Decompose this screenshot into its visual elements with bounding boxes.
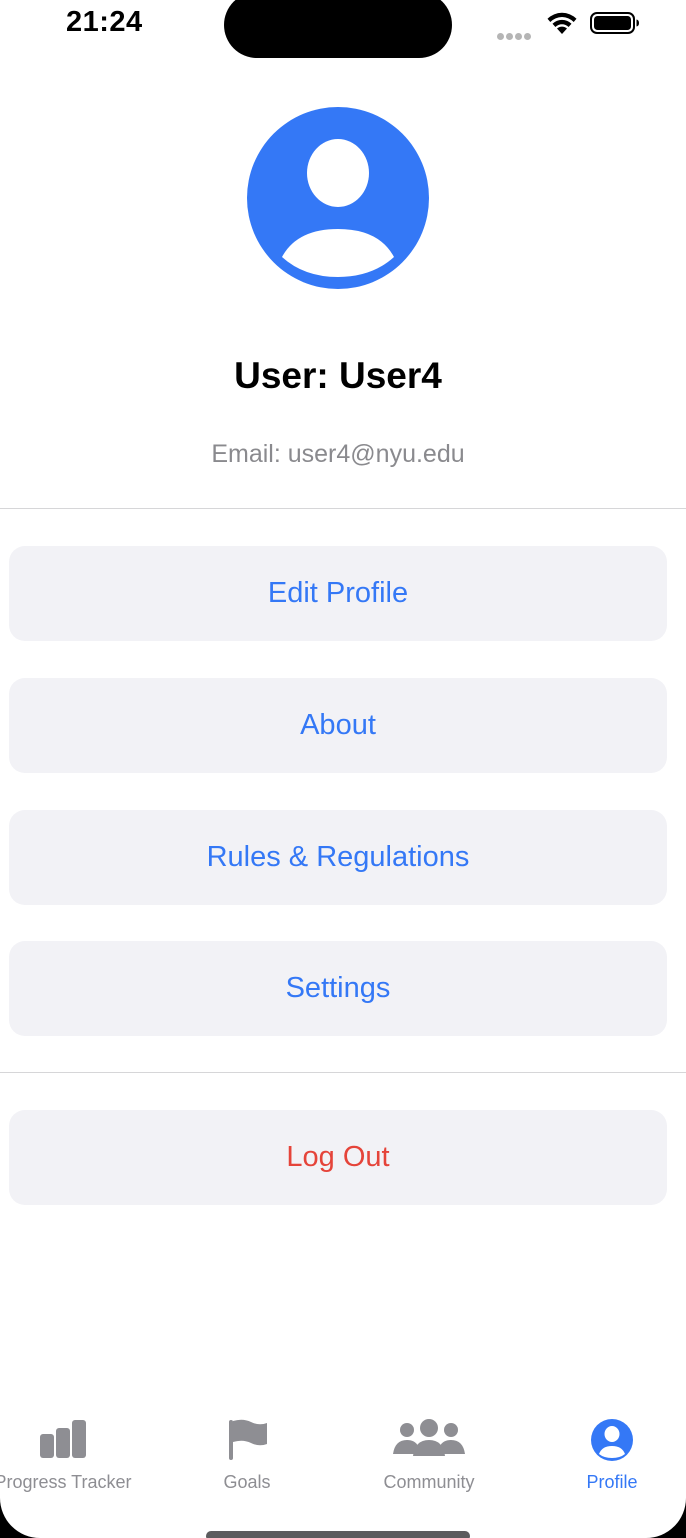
tab-label: Goals [223,1472,271,1492]
divider [0,508,686,509]
user-email: Email: user4@nyu.edu [211,440,465,468]
tab-goals[interactable]: Goals [162,1418,332,1508]
rules-regulations-button[interactable]: Rules & Regulations [9,810,667,905]
tab-profile[interactable]: Profile [527,1418,686,1508]
bar-chart-icon [40,1420,86,1458]
tab-label: Progress Tracker [0,1472,132,1492]
cellular-signal-icon [497,27,537,40]
edit-profile-button[interactable]: Edit Profile [9,546,667,641]
people-icon [393,1419,465,1456]
divider [0,1072,686,1073]
wifi-icon [547,12,577,34]
avatar-person-circle-icon [247,107,429,289]
about-button[interactable]: About [9,678,667,773]
log-out-button[interactable]: Log Out [9,1110,667,1205]
tab-community[interactable]: Community [344,1418,514,1508]
status-bar: 21:24 [0,0,686,60]
home-indicator [206,1531,470,1538]
tab-progress-tracker[interactable]: Progress Tracker [0,1418,148,1508]
battery-icon [590,12,639,34]
dynamic-island [224,0,452,58]
person-circle-icon [591,1419,633,1461]
user-name-title: User: User4 [234,355,442,396]
tab-label: Profile [586,1472,638,1492]
tab-label: Community [383,1472,475,1492]
flag-icon [229,1419,267,1460]
status-time: 21:24 [66,6,143,38]
settings-button[interactable]: Settings [9,941,667,1036]
profile-screen: 21:24 User: User4 Email: user4@nyu.edu E… [0,0,686,1538]
tab-bar: Progress Tracker Goals Community Profile [0,1400,686,1538]
